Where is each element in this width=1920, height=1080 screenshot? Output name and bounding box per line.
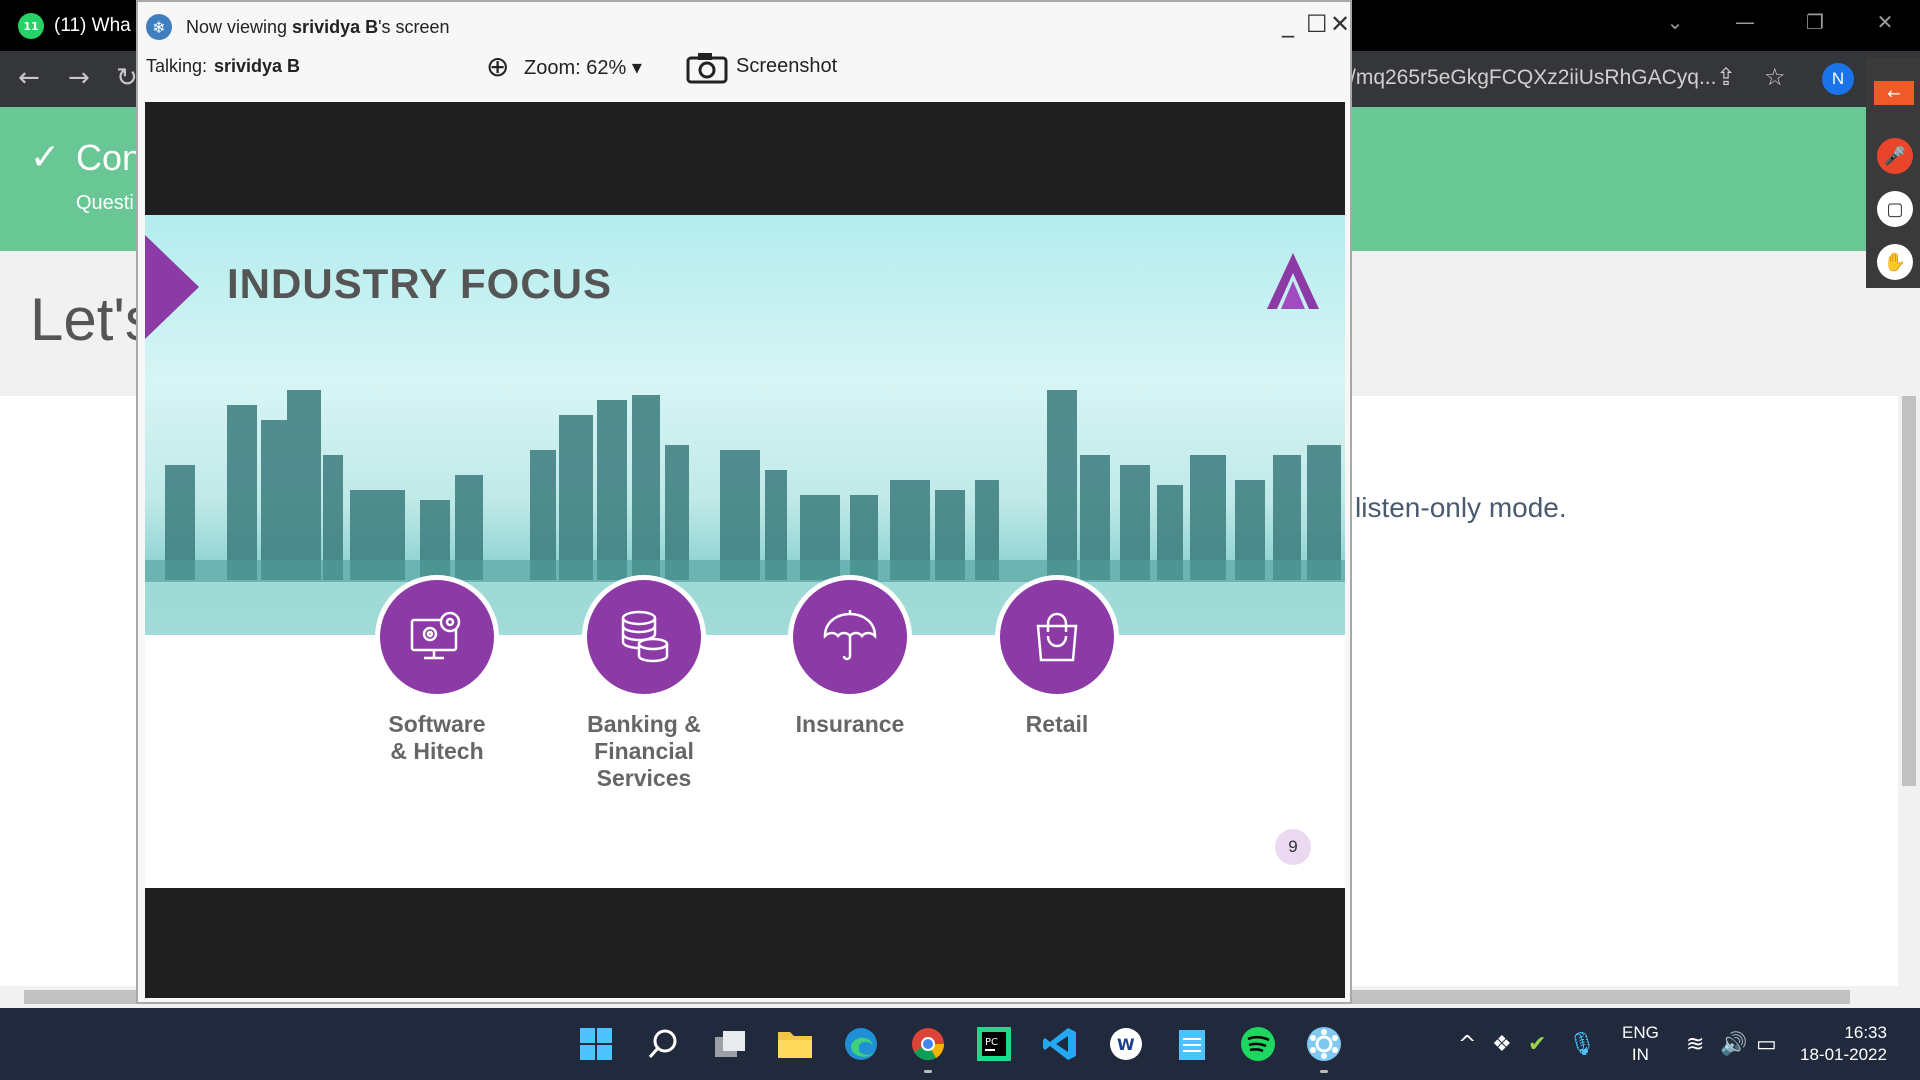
vertical-scrollbar[interactable]	[1898, 396, 1920, 986]
coin-stack-icon	[621, 610, 669, 663]
whatsapp-icon: 11	[18, 13, 44, 39]
share-window-title: Now viewing srividya B's screen	[186, 17, 450, 37]
reload-icon[interactable]: ↻	[116, 63, 138, 93]
dropbox-icon[interactable]: ❖	[1492, 1032, 1512, 1057]
mute-mic-icon[interactable]: 🎤	[1877, 138, 1913, 174]
presentation-slide: INDUSTRY FOCUS Software & Hitech Banking…	[145, 215, 1345, 888]
focus-item-label: Retail	[1025, 711, 1089, 737]
focus-circle	[788, 575, 912, 699]
focus-item-retail: Retail	[957, 575, 1157, 738]
windows-taskbar: PC W ^ ❖ ✔ 🎙 ENG IN ≋ 🔊 ▭ 16:33 18-01-20…	[0, 1008, 1920, 1080]
slide-page-number: 9	[1275, 829, 1311, 865]
sync-status-icon[interactable]: ✔	[1528, 1032, 1546, 1057]
focus-item-label: Software & Hitech	[388, 711, 486, 764]
running-indicator	[924, 1070, 932, 1073]
page-body-text: listen-only mode.	[1355, 492, 1567, 523]
show-hidden-icons-icon[interactable]: ^	[1458, 1032, 1476, 1057]
back-arrow-icon[interactable]: ←	[18, 63, 40, 93]
chrome-browser-icon[interactable]	[906, 1022, 950, 1066]
shopping-bag-icon	[1036, 612, 1078, 662]
restore-icon[interactable]: ❐	[1780, 0, 1850, 44]
conference-app-icon[interactable]	[1302, 1022, 1346, 1066]
focus-item-banking: Banking & Financial Services	[544, 575, 744, 792]
focus-circle-inner	[380, 580, 494, 694]
address-bar-url[interactable]: /mq265r5eGkgFCQXz2iiUsRhGACyq...	[1350, 66, 1716, 90]
collapse-arrow-icon[interactable]: ←	[1874, 81, 1914, 105]
focus-item-software: Software & Hitech	[337, 575, 537, 765]
extension-rail: ← 🎤 ▢ ✋	[1866, 58, 1920, 288]
checkmark-icon: ✓	[30, 137, 61, 178]
focus-circle-inner	[1000, 580, 1114, 694]
forward-arrow-icon[interactable]: →	[68, 63, 90, 93]
task-view-icon[interactable]	[708, 1022, 752, 1066]
talking-label: Talking:	[146, 56, 208, 76]
zoom-in-icon[interactable]: ⊕	[486, 50, 509, 83]
focus-item-label: Insurance	[795, 711, 905, 737]
minimize-icon[interactable]: _	[1282, 10, 1294, 38]
svg-text:W: W	[1117, 1035, 1135, 1054]
close-icon[interactable]: ✕	[1850, 0, 1920, 44]
tab-search-icon[interactable]: ⌄	[1640, 0, 1710, 44]
focus-circle	[375, 575, 499, 699]
focus-item-label: Banking & Financial Services	[587, 711, 701, 791]
bookmark-star-icon[interactable]: ☆	[1764, 63, 1786, 91]
browser-tab[interactable]: 11 (11) Wha	[18, 12, 131, 40]
screenshot-button[interactable]: Screenshot	[736, 55, 837, 78]
battery-icon[interactable]: ▭	[1756, 1032, 1777, 1057]
input-language[interactable]: ENG IN	[1622, 1022, 1659, 1066]
start-menu-icon[interactable]	[574, 1022, 618, 1066]
share-icon[interactable]: ⇪	[1716, 63, 1736, 91]
camera-icon[interactable]	[686, 50, 728, 84]
pycharm-icon[interactable]: PC	[972, 1022, 1016, 1066]
vscode-icon[interactable]	[1038, 1022, 1082, 1066]
focus-circle	[582, 575, 706, 699]
umbrella-icon	[823, 610, 877, 661]
file-explorer-icon[interactable]	[773, 1022, 817, 1066]
app-logo-icon: ❄	[146, 14, 172, 40]
maximize-icon[interactable]: ☐	[1306, 10, 1328, 38]
running-indicator	[1320, 1070, 1328, 1073]
spotify-icon[interactable]	[1236, 1022, 1280, 1066]
window-icon[interactable]: ▢	[1877, 191, 1913, 227]
edge-browser-icon[interactable]	[839, 1022, 883, 1066]
title-ribbon	[145, 235, 199, 339]
zoom-dropdown[interactable]: Zoom: 62% ▾	[524, 55, 642, 80]
volume-icon[interactable]: 🔊	[1720, 1032, 1747, 1057]
banner-subtitle: Questi	[76, 192, 134, 214]
browser-tab-title: (11) Wha	[54, 15, 131, 36]
banner-title: Con	[76, 137, 143, 178]
focus-circle	[995, 575, 1119, 699]
profile-avatar[interactable]: N	[1822, 63, 1854, 95]
browser-window-controls: ⌄ — ❐ ✕	[1640, 0, 1920, 44]
search-icon[interactable]	[641, 1022, 685, 1066]
wifi-icon[interactable]: ≋	[1686, 1032, 1704, 1057]
share-window-toolbar: Talking: srividya B ⊕ Zoom: 62% ▾ Screen…	[138, 50, 1350, 100]
shared-screen-area: INDUSTRY FOCUS Software & Hitech Banking…	[145, 102, 1345, 998]
computer-gears-icon	[410, 611, 461, 660]
company-logo-icon	[1267, 253, 1319, 309]
microphone-icon[interactable]: 🎙	[1568, 1032, 1596, 1057]
focus-circle-inner	[587, 580, 701, 694]
minimize-icon[interactable]: —	[1710, 0, 1780, 44]
svg-text:PC: PC	[985, 1037, 998, 1048]
app-w-icon[interactable]: W	[1104, 1022, 1148, 1066]
focus-item-insurance: Insurance	[750, 575, 950, 738]
talking-name: srividya B	[214, 56, 301, 76]
notepad-icon[interactable]	[1170, 1022, 1214, 1066]
raise-hand-icon[interactable]: ✋	[1877, 244, 1913, 280]
vertical-scroll-thumb[interactable]	[1902, 396, 1916, 786]
slide-title: INDUSTRY FOCUS	[227, 260, 613, 307]
focus-circle-inner	[793, 580, 907, 694]
share-window-titlebar: ❄ Now viewing srividya B's screen _ ☐ ✕	[138, 2, 1350, 50]
screen-share-window: ❄ Now viewing srividya B's screen _ ☐ ✕ …	[136, 0, 1352, 1004]
system-clock[interactable]: 16:33 18-01-2022	[1800, 1022, 1887, 1066]
close-icon[interactable]: ✕	[1330, 10, 1350, 38]
